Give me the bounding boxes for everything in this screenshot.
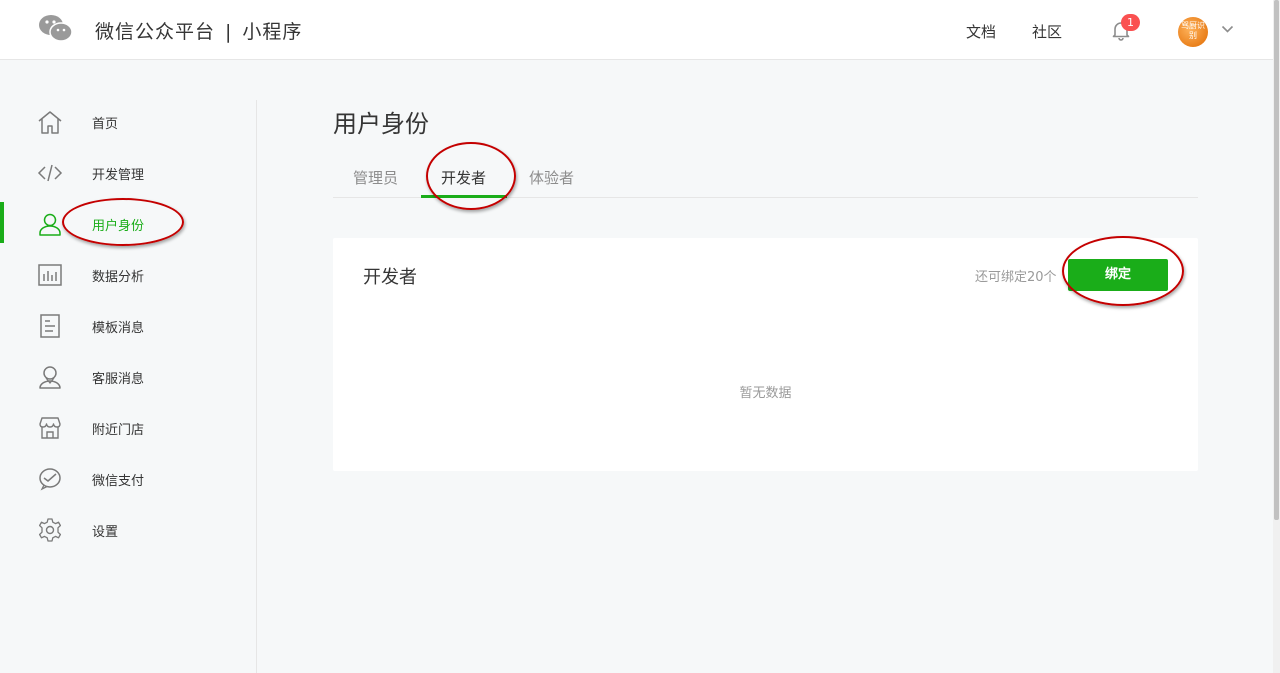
user-icon bbox=[39, 213, 61, 236]
sidebar-item-home[interactable]: 首页 bbox=[0, 100, 256, 151]
tab-developer[interactable]: 开发者 bbox=[441, 167, 486, 188]
docs-link[interactable]: 文档 bbox=[966, 21, 996, 42]
sidebar-item-label: 客服消息 bbox=[92, 372, 145, 387]
sidebar-item-label: 微信支付 bbox=[92, 474, 145, 489]
remaining-count: 还可绑定20个 bbox=[975, 270, 1057, 285]
wechat-pay-icon bbox=[39, 468, 61, 491]
brand-separator: | bbox=[225, 21, 233, 43]
active-tab-underline bbox=[421, 195, 507, 198]
card-title: 开发者 bbox=[363, 267, 417, 288]
empty-state: 暂无数据 bbox=[739, 386, 792, 401]
home-icon bbox=[38, 111, 62, 134]
sidebar-item-label: 设置 bbox=[92, 525, 119, 540]
sidebar: 首页 开发管理 用户身份 数据分析 模板消息 客服消息 附近门店 微信支付 设置 bbox=[0, 100, 257, 673]
sidebar-item-user-identity[interactable]: 用户身份 bbox=[0, 202, 256, 253]
brand-name: 微信公众平台 bbox=[95, 21, 216, 43]
store-icon bbox=[39, 417, 61, 439]
top-bar: 微信公众平台 | 小程序 文档 社区 1 骂厨识别 bbox=[0, 0, 1273, 60]
wechat-logo-icon bbox=[39, 15, 73, 42]
sidebar-item-label: 开发管理 bbox=[92, 168, 145, 183]
sidebar-item-data-analysis[interactable]: 数据分析 bbox=[0, 253, 256, 304]
community-link[interactable]: 社区 bbox=[1032, 21, 1062, 42]
code-icon bbox=[37, 164, 63, 182]
brand-title[interactable]: 微信公众平台 | 小程序 bbox=[95, 17, 302, 44]
sidebar-item-customer-service[interactable]: 客服消息 bbox=[0, 355, 256, 406]
active-indicator bbox=[0, 202, 4, 243]
brand-product: 小程序 bbox=[242, 21, 303, 43]
developer-card: 开发者 还可绑定20个 绑定 暂无数据 bbox=[333, 238, 1198, 471]
notification-badge: 1 bbox=[1121, 14, 1140, 31]
gear-icon bbox=[38, 518, 62, 542]
customer-service-icon bbox=[39, 366, 61, 389]
avatar[interactable]: 骂厨识别 bbox=[1178, 17, 1208, 47]
tab-bar: 管理员 开发者 体验者 bbox=[333, 158, 1198, 198]
tab-admin[interactable]: 管理员 bbox=[353, 167, 398, 188]
sidebar-item-label: 用户身份 bbox=[92, 219, 145, 234]
sidebar-item-settings[interactable]: 设置 bbox=[0, 508, 256, 559]
document-icon bbox=[40, 314, 60, 338]
sidebar-item-label: 数据分析 bbox=[92, 270, 145, 285]
page-title: 用户身份 bbox=[333, 110, 429, 138]
sidebar-item-label: 附近门店 bbox=[92, 423, 145, 438]
sidebar-item-template-message[interactable]: 模板消息 bbox=[0, 304, 256, 355]
chevron-down-icon[interactable] bbox=[1221, 24, 1234, 34]
scrollbar-thumb[interactable] bbox=[1274, 0, 1279, 520]
chart-icon bbox=[38, 264, 62, 286]
sidebar-item-label: 模板消息 bbox=[92, 321, 145, 336]
sidebar-item-wechat-pay[interactable]: 微信支付 bbox=[0, 457, 256, 508]
sidebar-item-nearby-stores[interactable]: 附近门店 bbox=[0, 406, 256, 457]
tab-tester[interactable]: 体验者 bbox=[529, 167, 574, 188]
sidebar-item-label: 首页 bbox=[92, 117, 119, 132]
sidebar-item-dev-management[interactable]: 开发管理 bbox=[0, 151, 256, 202]
bind-button[interactable]: 绑定 bbox=[1068, 259, 1168, 291]
